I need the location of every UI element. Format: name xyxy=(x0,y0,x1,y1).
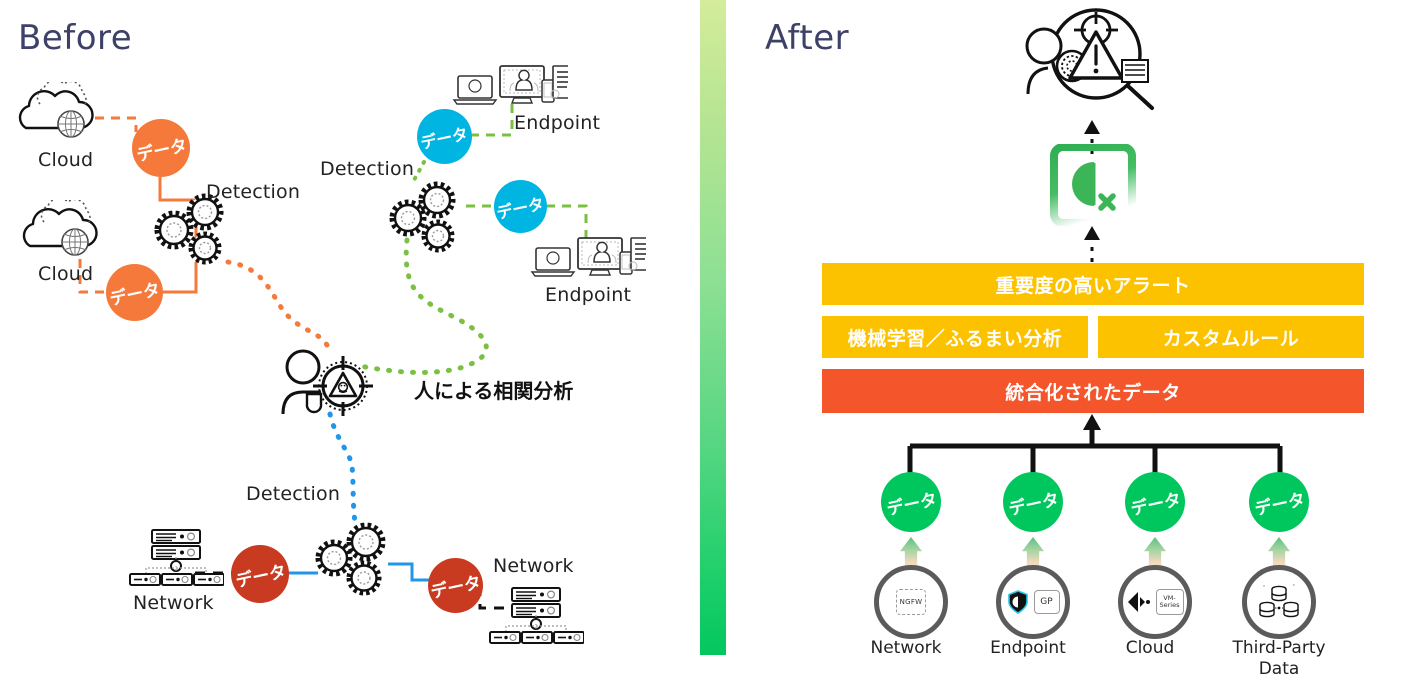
cloud-icon xyxy=(18,82,94,138)
after-bar-custom-rules: カスタムルール xyxy=(1098,316,1364,358)
cloud-icon xyxy=(22,200,98,256)
before-source-label-cloud-1: Cloud xyxy=(38,149,94,171)
after-source-cloud: VM- Series xyxy=(1118,565,1192,639)
endpoint-icon xyxy=(530,237,646,277)
diagram-canvas: Before Cloud Cloud データ データ Detection End… xyxy=(0,0,1401,685)
shield-icon xyxy=(1007,590,1028,614)
data-bubble: データ xyxy=(1125,472,1185,532)
data-bubble: データ xyxy=(231,545,289,603)
data-bubble-label: データ xyxy=(1006,489,1061,520)
before-detection-label-3: Detection xyxy=(246,483,341,505)
after-bar-ml-behavior-analysis: 機械学習／ふるまい分析 xyxy=(822,316,1088,358)
after-source-network: NGFW xyxy=(874,565,948,639)
gears-icon xyxy=(389,181,456,253)
before-detection-label-1: Detection xyxy=(206,181,301,203)
threat-investigation-magnifier-icon xyxy=(1025,8,1154,110)
after-source-label-cloud: Cloud xyxy=(1125,638,1175,658)
network-icon xyxy=(129,529,224,586)
before-source-label-network-2: Network xyxy=(493,555,574,577)
data-bubble: データ xyxy=(494,180,547,233)
gears-icon xyxy=(315,522,386,596)
data-bubble: データ xyxy=(428,558,483,613)
before-human-correlation-label: 人による相関分析 xyxy=(414,379,574,403)
after-source-label-endpoint: Endpoint xyxy=(990,638,1066,658)
data-bubble-label: データ xyxy=(233,561,288,592)
after-source-label-network: Network xyxy=(870,638,942,658)
data-bubble-label: データ xyxy=(495,193,547,223)
endpoint-icon xyxy=(452,65,568,105)
data-bubble: データ xyxy=(106,264,163,321)
data-bubble-label: データ xyxy=(134,135,189,166)
data-bubble-label: データ xyxy=(884,489,939,520)
after-source-third-party xyxy=(1242,565,1316,639)
before-source-label-endpoint-2: Endpoint xyxy=(545,284,632,306)
after-source-endpoint: GP xyxy=(996,565,1070,639)
before-source-label-endpoint-1: Endpoint xyxy=(514,112,601,134)
data-bubble-label: データ xyxy=(1252,489,1307,520)
after-bar-high-priority-alerts: 重要度の高いアラート xyxy=(822,263,1364,305)
data-bubble-label: データ xyxy=(428,572,484,604)
before-detection-label-2: Detection xyxy=(320,158,415,180)
database-stack-icon xyxy=(1259,584,1299,618)
after-source-label-third-party: Third-Party Data xyxy=(1232,638,1326,679)
cortex-xdr-logo xyxy=(1050,144,1136,226)
data-bubble: データ xyxy=(1249,472,1309,532)
data-bubble: データ xyxy=(1003,472,1063,532)
data-bubble: データ xyxy=(132,119,190,177)
after-panel-title: After xyxy=(765,18,850,58)
data-bubble: データ xyxy=(881,472,941,532)
data-bubble-label: データ xyxy=(107,279,163,311)
ngfw-icon: NGFW xyxy=(896,589,926,615)
before-source-label-cloud-2: Cloud xyxy=(38,263,94,285)
panel-divider xyxy=(700,0,726,655)
network-icon xyxy=(489,587,584,644)
analyst-threat-target-icon xyxy=(281,349,373,416)
data-bubble: データ xyxy=(417,109,472,164)
after-bar-unified-data: 統合化されたデータ xyxy=(822,369,1364,413)
data-bubble-label: データ xyxy=(1128,489,1183,520)
gp-icon: GP xyxy=(1033,590,1060,614)
data-bubble-label: データ xyxy=(419,123,471,153)
before-source-label-network-1: Network xyxy=(133,592,214,614)
prisma-cloud-icon xyxy=(1127,592,1150,612)
vm-series-icon: VM- Series xyxy=(1155,589,1184,615)
